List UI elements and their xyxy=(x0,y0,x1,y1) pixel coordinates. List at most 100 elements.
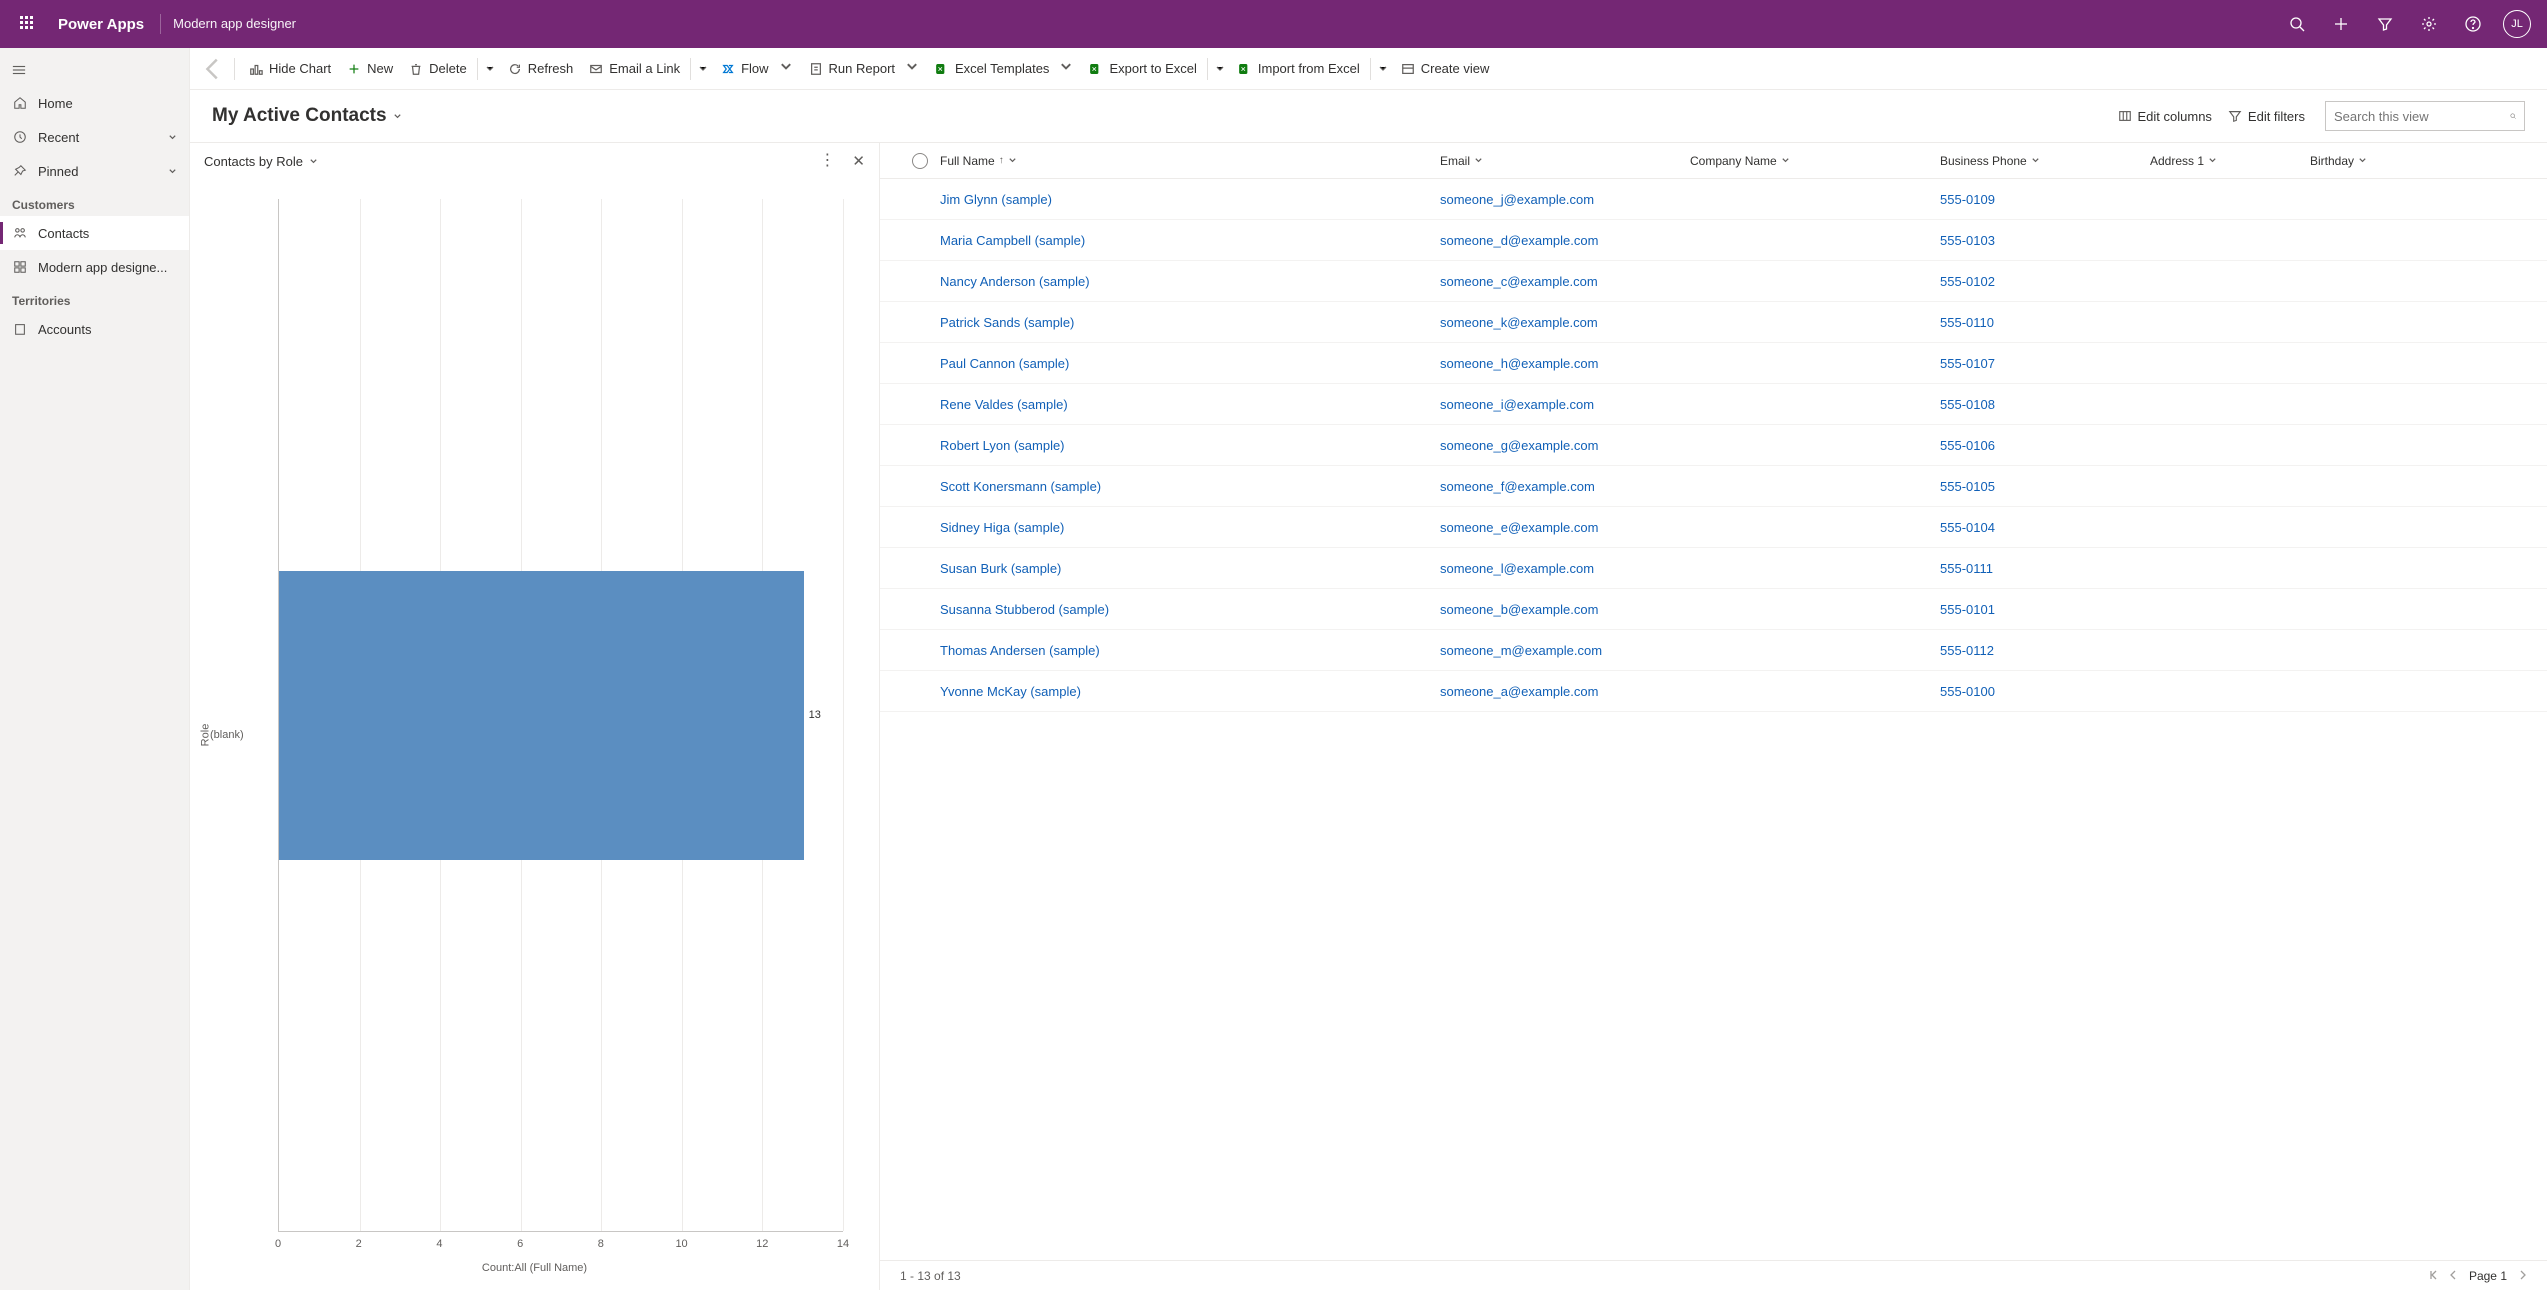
cmd-export-excel-dropdown[interactable] xyxy=(1210,54,1230,84)
table-row[interactable]: Paul Cannon (sample) someone_h@example.co… xyxy=(880,343,2547,384)
contact-phone-link[interactable]: 555-0105 xyxy=(1940,479,1995,494)
select-all[interactable] xyxy=(900,153,940,169)
contact-email-link[interactable]: someone_f@example.com xyxy=(1440,479,1595,494)
user-avatar[interactable]: JL xyxy=(2503,10,2531,38)
chart-bar[interactable] xyxy=(279,571,804,860)
contact-phone-link[interactable]: 555-0111 xyxy=(1940,561,1993,576)
cmd-import-excel-dropdown[interactable] xyxy=(1373,54,1393,84)
col-company[interactable]: Company Name xyxy=(1690,154,1940,168)
cmd-email-link-dropdown[interactable] xyxy=(693,54,713,84)
table-row[interactable]: Jim Glynn (sample) someone_j@example.com 5… xyxy=(880,179,2547,220)
chart-selector[interactable]: Contacts by Role xyxy=(204,154,318,169)
contact-name-link[interactable]: Patrick Sands (sample) xyxy=(940,315,1074,330)
table-row[interactable]: Thomas Andersen (sample) someone_m@exampl… xyxy=(880,630,2547,671)
edit-columns-button[interactable]: Edit columns xyxy=(2110,103,2220,130)
contact-phone-link[interactable]: 555-0107 xyxy=(1940,356,1995,371)
cmd-email-link[interactable]: Email a Link xyxy=(581,54,688,84)
cmd-delete[interactable]: Delete xyxy=(401,54,475,84)
table-row[interactable]: Nancy Anderson (sample) someone_c@example… xyxy=(880,261,2547,302)
contact-name-link[interactable]: Sidney Higa (sample) xyxy=(940,520,1064,535)
cmd-hide-chart[interactable]: Hide Chart xyxy=(241,54,339,84)
global-help-button[interactable] xyxy=(2451,0,2495,48)
contact-phone-link[interactable]: 555-0104 xyxy=(1940,520,1995,535)
table-row[interactable]: Patrick Sands (sample) someone_k@example.… xyxy=(880,302,2547,343)
contact-email-link[interactable]: someone_l@example.com xyxy=(1440,561,1594,576)
contact-email-link[interactable]: someone_c@example.com xyxy=(1440,274,1598,289)
cmd-delete-dropdown[interactable] xyxy=(480,54,500,84)
contact-name-link[interactable]: Scott Konersmann (sample) xyxy=(940,479,1101,494)
contact-email-link[interactable]: someone_i@example.com xyxy=(1440,397,1594,412)
cmd-flow[interactable]: Flow xyxy=(713,54,800,84)
nav-pinned[interactable]: Pinned xyxy=(0,154,189,188)
contact-name-link[interactable]: Jim Glynn (sample) xyxy=(940,192,1052,207)
contact-phone-link[interactable]: 555-0108 xyxy=(1940,397,1995,412)
contact-phone-link[interactable]: 555-0112 xyxy=(1940,643,1994,658)
contact-email-link[interactable]: someone_m@example.com xyxy=(1440,643,1602,658)
contact-name-link[interactable]: Maria Campbell (sample) xyxy=(940,233,1085,248)
page-next-button[interactable] xyxy=(2517,1269,2527,1283)
cmd-new[interactable]: New xyxy=(339,54,401,84)
table-row[interactable]: Sidney Higa (sample) someone_e@example.co… xyxy=(880,507,2547,548)
contact-email-link[interactable]: someone_e@example.com xyxy=(1440,520,1598,535)
contact-email-link[interactable]: someone_a@example.com xyxy=(1440,684,1598,699)
col-birthday[interactable]: Birthday xyxy=(2310,154,2527,168)
table-row[interactable]: Susan Burk (sample) someone_l@example.com… xyxy=(880,548,2547,589)
chart-close-button[interactable]: ✕ xyxy=(852,154,865,169)
contact-phone-link[interactable]: 555-0100 xyxy=(1940,684,1995,699)
back-button[interactable] xyxy=(198,54,228,84)
edit-filters-button[interactable]: Edit filters xyxy=(2220,103,2313,130)
waffle-button[interactable] xyxy=(8,0,48,48)
collapse-nav-button[interactable] xyxy=(0,54,189,86)
table-row[interactable]: Susanna Stubberod (sample) someone_b@exam… xyxy=(880,589,2547,630)
cmd-refresh[interactable]: Refresh xyxy=(500,54,582,84)
chart-more-button[interactable]: ⋮ xyxy=(819,153,836,169)
contact-email-link[interactable]: someone_h@example.com xyxy=(1440,356,1598,371)
page-first-button[interactable] xyxy=(2429,1269,2439,1283)
col-email[interactable]: Email xyxy=(1440,154,1690,168)
col-phone[interactable]: Business Phone xyxy=(1940,154,2150,168)
search-box[interactable] xyxy=(2325,101,2525,131)
contact-phone-link[interactable]: 555-0103 xyxy=(1940,233,1995,248)
col-address[interactable]: Address 1 xyxy=(2150,154,2310,168)
col-full-name[interactable]: Full Name↑ xyxy=(940,154,1440,168)
cmd-export-excel[interactable]: Export to Excel xyxy=(1081,54,1204,84)
contact-email-link[interactable]: someone_d@example.com xyxy=(1440,233,1598,248)
global-add-button[interactable] xyxy=(2319,0,2363,48)
table-row[interactable]: Maria Campbell (sample) someone_d@example… xyxy=(880,220,2547,261)
contact-name-link[interactable]: Thomas Andersen (sample) xyxy=(940,643,1100,658)
contact-name-link[interactable]: Nancy Anderson (sample) xyxy=(940,274,1090,289)
nav-modern-app[interactable]: Modern app designe... xyxy=(0,250,189,284)
contact-email-link[interactable]: someone_b@example.com xyxy=(1440,602,1598,617)
global-settings-button[interactable] xyxy=(2407,0,2451,48)
table-row[interactable]: Scott Konersmann (sample) someone_f@examp… xyxy=(880,466,2547,507)
nav-contacts[interactable]: Contacts xyxy=(0,216,189,250)
nav-home[interactable]: Home xyxy=(0,86,189,120)
contact-phone-link[interactable]: 555-0110 xyxy=(1940,315,1994,330)
table-row[interactable]: Rene Valdes (sample) someone_i@example.co… xyxy=(880,384,2547,425)
cmd-run-report[interactable]: Run Report xyxy=(801,54,927,84)
contact-phone-link[interactable]: 555-0101 xyxy=(1940,602,1995,617)
chart-plot-area[interactable] xyxy=(278,199,843,1232)
contact-name-link[interactable]: Susanna Stubberod (sample) xyxy=(940,602,1109,617)
view-selector[interactable]: My Active Contacts xyxy=(212,105,402,127)
cmd-excel-templates[interactable]: Excel Templates xyxy=(927,54,1081,84)
contact-phone-link[interactable]: 555-0109 xyxy=(1940,192,1995,207)
global-search-button[interactable] xyxy=(2275,0,2319,48)
contact-name-link[interactable]: Rene Valdes (sample) xyxy=(940,397,1068,412)
contact-name-link[interactable]: Susan Burk (sample) xyxy=(940,561,1061,576)
contact-email-link[interactable]: someone_k@example.com xyxy=(1440,315,1598,330)
nav-recent[interactable]: Recent xyxy=(0,120,189,154)
contact-email-link[interactable]: someone_g@example.com xyxy=(1440,438,1598,453)
cmd-create-view[interactable]: Create view xyxy=(1393,54,1498,84)
page-prev-button[interactable] xyxy=(2449,1269,2459,1283)
contact-email-link[interactable]: someone_j@example.com xyxy=(1440,192,1594,207)
contact-name-link[interactable]: Yvonne McKay (sample) xyxy=(940,684,1081,699)
cmd-import-excel[interactable]: Import from Excel xyxy=(1230,54,1368,84)
designer-label[interactable]: Modern app designer xyxy=(160,14,308,34)
nav-accounts[interactable]: Accounts xyxy=(0,312,189,346)
contact-phone-link[interactable]: 555-0102 xyxy=(1940,274,1995,289)
contact-name-link[interactable]: Paul Cannon (sample) xyxy=(940,356,1069,371)
contact-name-link[interactable]: Robert Lyon (sample) xyxy=(940,438,1065,453)
contact-phone-link[interactable]: 555-0106 xyxy=(1940,438,1995,453)
search-input[interactable] xyxy=(2334,109,2510,124)
